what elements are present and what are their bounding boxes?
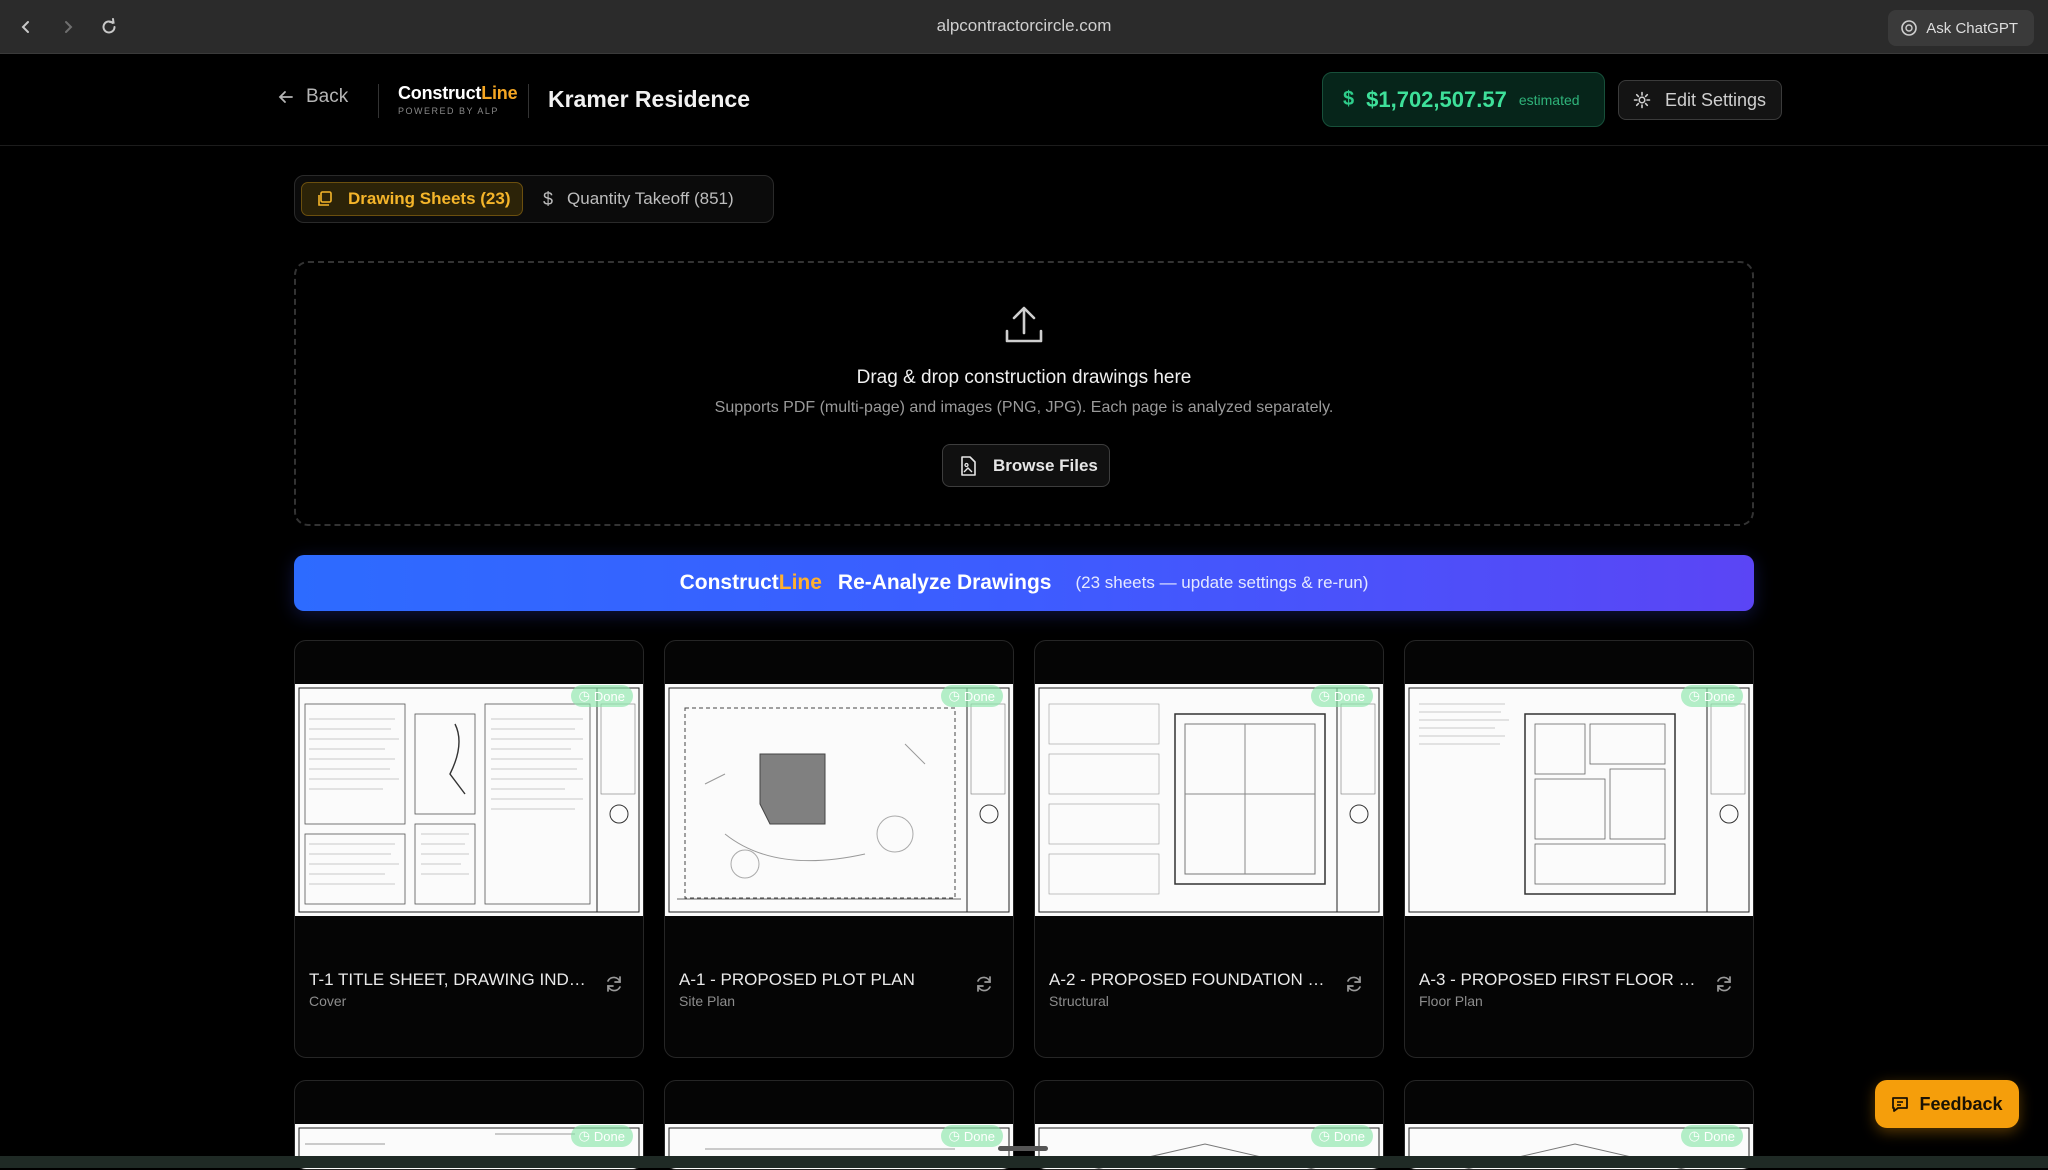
browse-files-label: Browse Files [993, 455, 1098, 475]
check-circle-icon: ◷ [1688, 1128, 1700, 1143]
check-circle-icon: ◷ [1318, 688, 1330, 703]
ask-chatgpt-label: Ask ChatGPT [1926, 19, 2018, 37]
status-label: Done [1333, 1128, 1365, 1144]
sheet-card[interactable]: ◷ Done A-2 - PROPOSED FOUNDATION PLA... S… [1034, 640, 1384, 1058]
check-circle-icon: ◷ [1318, 1128, 1330, 1143]
sheet-category: Cover [309, 993, 347, 1009]
gear-icon [1633, 91, 1651, 109]
reanalyze-brand-accent: Line [778, 571, 822, 594]
sheet-thumbnail [665, 684, 1013, 916]
scroll-handle[interactable] [998, 1146, 1048, 1151]
reanalyze-note: (23 sheets — update settings & re-run) [1075, 573, 1369, 592]
dollar-icon: $ [543, 188, 554, 209]
status-label: Done [1703, 688, 1735, 704]
refresh-icon[interactable] [973, 973, 995, 995]
refresh-icon[interactable] [603, 973, 625, 995]
header-divider [378, 84, 379, 118]
sheet-thumbnail [1035, 684, 1383, 916]
refresh-icon[interactable] [1713, 973, 1735, 995]
sheet-thumbnail [295, 684, 643, 916]
back-label: Back [306, 86, 349, 107]
tab-quantity-takeoff-label: Quantity Takeoff (851) [567, 189, 734, 208]
sheets-icon [318, 191, 332, 206]
status-badge: ◷ Done [1680, 1125, 1743, 1147]
check-circle-icon: ◷ [948, 1128, 960, 1143]
sheet-title: T-1 TITLE SHEET, DRAWING INDEX C... [309, 970, 589, 989]
status-label: Done [963, 688, 995, 704]
sheet-card[interactable]: ◷ Done A-3 - PROPOSED FIRST FLOOR PLAN Fl… [1404, 640, 1754, 1058]
logo-accent: Line [481, 83, 518, 103]
edit-settings-button[interactable]: Edit Settings [1618, 80, 1782, 120]
check-circle-icon: ◷ [578, 688, 590, 703]
status-badge: ◷ Done [1310, 1125, 1373, 1147]
project-title: Kramer Residence [548, 86, 750, 112]
ask-chatgpt-button[interactable]: Ask ChatGPT [1888, 10, 2034, 46]
arrow-left-icon [278, 91, 293, 103]
estimate-badge: $ $1,702,507.57 estimated [1322, 72, 1605, 127]
browse-files-button[interactable]: Browse Files [942, 444, 1110, 487]
dropzone-title: Drag & drop construction drawings here [856, 367, 1192, 388]
browser-toolbar: alpcontractorcircle.com Ask ChatGPT [0, 0, 2048, 54]
edit-settings-label: Edit Settings [1665, 89, 1767, 110]
sheet-category: Site Plan [679, 993, 736, 1009]
sheet-card[interactable]: ◷ Done A-1 - PROPOSED PLOT PLAN Site Plan [664, 640, 1014, 1058]
view-tabs: Drawing Sheets (23) $ Quantity Takeoff (… [294, 175, 774, 223]
check-circle-icon: ◷ [578, 1128, 590, 1143]
status-label: Done [593, 1128, 625, 1144]
bottom-strip [0, 1156, 2048, 1168]
sheet-card[interactable]: ◷Done T-1 TITLE SHEET, DRAWING INDEX C..… [294, 640, 644, 1058]
status-label: Done [1333, 688, 1365, 704]
status-label: Done [1703, 1128, 1735, 1144]
sheet-title: A-2 - PROPOSED FOUNDATION PLA... [1049, 970, 1329, 989]
tab-drawing-sheets-label: Drawing Sheets (23) [348, 189, 511, 208]
estimate-amount: $1,702,507.57 [1366, 86, 1507, 112]
url-bar[interactable]: alpcontractorcircle.com [0, 16, 2048, 36]
sheet-title: A-1 - PROPOSED PLOT PLAN [679, 970, 915, 989]
sheet-thumbnail [1405, 684, 1753, 916]
refresh-icon[interactable] [1343, 973, 1365, 995]
reanalyze-brand-main: Construct [679, 571, 779, 594]
estimate-label: estimated [1518, 91, 1580, 108]
logo-main: Construct [398, 83, 482, 103]
sheet-category: Structural [1049, 993, 1109, 1009]
feedback-label: Feedback [1919, 1093, 2003, 1114]
feedback-button[interactable]: Feedback [1875, 1080, 2019, 1128]
status-label: Done [963, 1128, 995, 1144]
reanalyze-action-label: Re-Analyze Drawings [837, 571, 1052, 594]
header-divider [528, 84, 529, 118]
app-header: Back ConstructLine POWERED BY ALP Kramer… [0, 54, 2048, 146]
sheet-category: Floor Plan [1419, 993, 1483, 1009]
reanalyze-brand: ConstructLine [680, 571, 822, 595]
reanalyze-drawings-button[interactable]: ConstructLine Re-Analyze Drawings (23 sh… [294, 555, 1754, 611]
chatgpt-icon [1901, 20, 1918, 36]
check-circle-icon: ◷ [1688, 688, 1700, 703]
status-badge: ◷ Done [570, 685, 633, 707]
dropzone-subtitle: Supports PDF (multi-page) and images (PN… [714, 399, 1334, 416]
back-button[interactable]: Back [278, 86, 348, 108]
tab-quantity-takeoff[interactable]: $ Quantity Takeoff (851) [543, 182, 734, 216]
file-image-icon [961, 455, 976, 476]
upload-icon [1005, 306, 1043, 343]
sheet-title: A-3 - PROPOSED FIRST FLOOR PLAN [1419, 970, 1699, 989]
logo-subtitle: POWERED BY ALP [398, 106, 499, 116]
tab-drawing-sheets[interactable]: Drawing Sheets (23) [301, 182, 523, 216]
status-label: Done [593, 688, 625, 704]
status-badge: ◷ Done [1310, 685, 1373, 707]
check-circle-icon: ◷ [948, 688, 960, 703]
status-badge: ◷ Done [940, 685, 1003, 707]
status-badge: ◷ Done [1680, 685, 1743, 707]
dollar-icon: $ [1343, 88, 1355, 110]
message-square-icon [1892, 1097, 1909, 1112]
status-badge: ◷ Done [570, 1125, 633, 1147]
upload-dropzone[interactable]: Drag & drop construction drawings here S… [294, 261, 1754, 526]
status-badge: ◷ Done [940, 1125, 1003, 1147]
constructline-logo: ConstructLine POWERED BY ALP [398, 83, 518, 116]
